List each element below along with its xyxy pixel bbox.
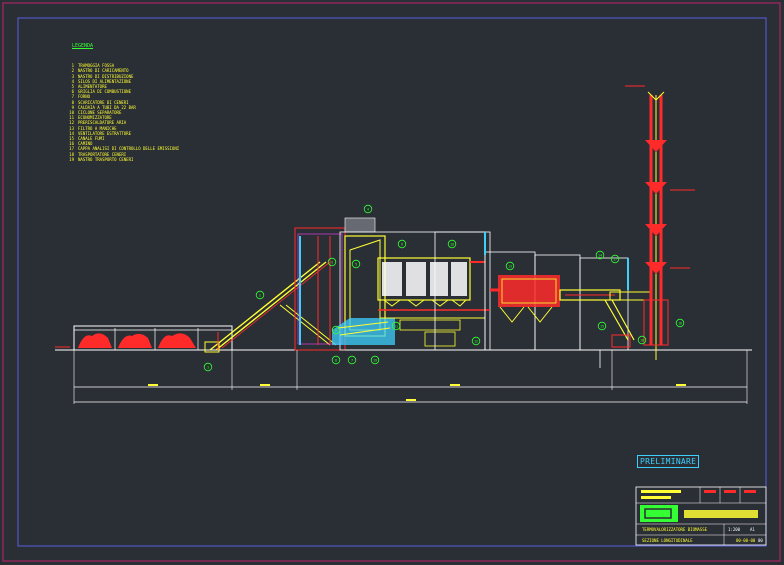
legend-list: 1 TRAMOGGIA FOSSA 2 NASTRO DI CARICAMENTO 3 N… [66, 63, 179, 162]
callout-number: 11 [394, 324, 398, 328]
callout-number: 1 [207, 365, 209, 369]
callout-number: 2 [259, 293, 261, 297]
dimension-lines [73, 350, 748, 404]
legend-item: 19 NASTRO TRASPORTO CENERI [66, 157, 179, 162]
callout-number: 16 [678, 321, 682, 325]
callout-number: 19 [373, 358, 377, 362]
preliminary-stamp: PRELIMINARE [637, 455, 700, 468]
callout-number: 6 [335, 328, 337, 332]
callout-number: 15 [600, 324, 604, 328]
callout-number: 8 [335, 358, 337, 362]
legend-item-label: NASTRO TRASPORTO CENERI [78, 156, 134, 162]
callout-number: 10 [450, 242, 454, 246]
callout-number: 18 [640, 338, 644, 342]
title-block-date: 00-00-00 [736, 538, 756, 543]
callout-number: 14 [598, 253, 602, 257]
legend-item-number: 19 [69, 156, 74, 162]
callout-number: 9 [401, 242, 403, 246]
title-block-scale: 1:200 [728, 527, 741, 532]
callout-number: 3 [331, 260, 333, 264]
legend-panel: LEGENDA 1 TRAMOGGIA FOSSA 2 NASTRO DI CARIC… [66, 43, 179, 162]
callout-number: 12 [474, 339, 478, 343]
callout-number: 13 [508, 264, 512, 268]
title-block-sheet: A1 [750, 527, 755, 532]
title-block-rev: 00 [758, 538, 763, 543]
legend-title: LEGENDA [72, 43, 94, 49]
callout-number: 5 [355, 262, 357, 266]
title-block: TERMOVALORIZZATORE BIOMASSE SEZIONE LONG… [635, 486, 767, 546]
fuel-storage-shed [73, 325, 233, 351]
chimney-stack [599, 85, 695, 368]
bag-filter [490, 275, 560, 323]
callout-number: 7 [351, 358, 353, 362]
callout-number: 17 [613, 257, 617, 261]
title-block-project: TERMOVALORIZZATORE BIOMASSE [642, 527, 708, 532]
feed-conveyor [204, 261, 337, 353]
callout-number: 4 [367, 207, 369, 211]
title-block-drawing: SEZIONE LONGITUDINALE [642, 538, 693, 543]
combustion-grate [332, 318, 395, 345]
